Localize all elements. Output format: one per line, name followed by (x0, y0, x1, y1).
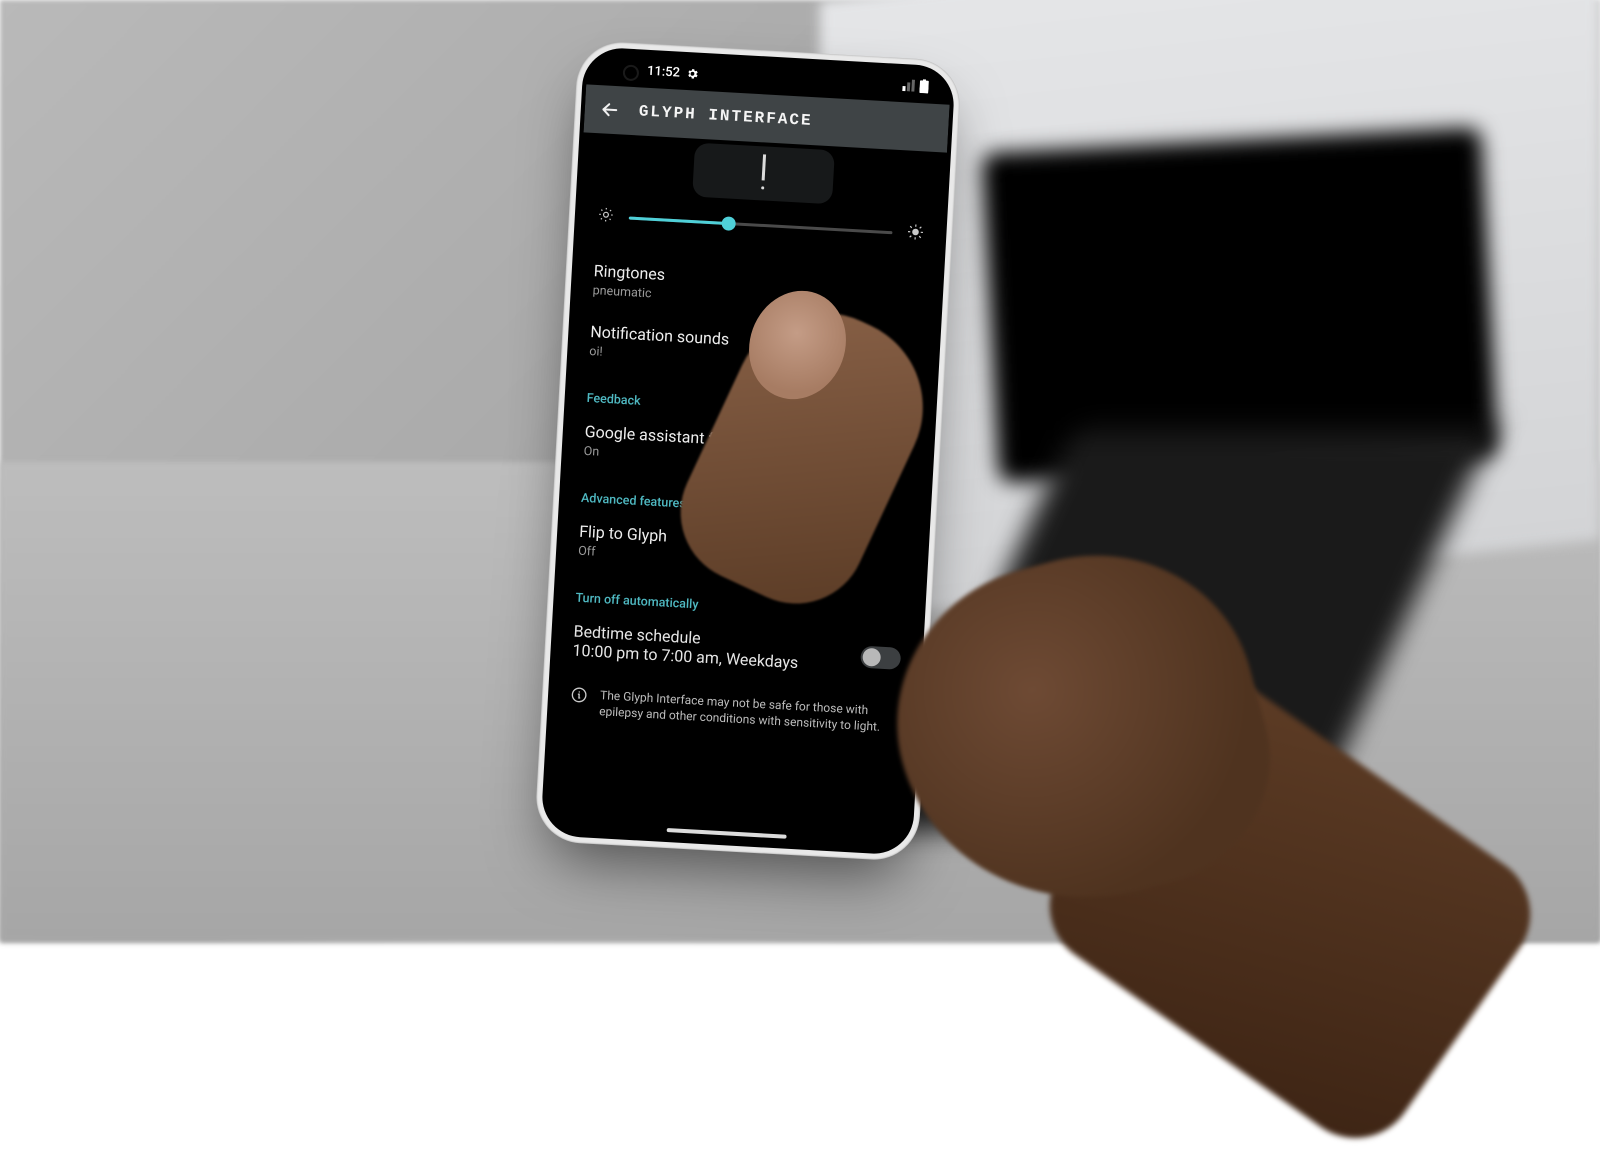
phone-frame: 11:52 GLYPH INTERFAC (534, 40, 962, 862)
bedtime-toggle[interactable] (860, 646, 901, 670)
settings-content: Ringtones pneumatic Notification sounds … (550, 136, 947, 753)
assistant-feedback-row[interactable]: Google assistant feedback On (583, 410, 914, 489)
gesture-bar[interactable] (667, 828, 787, 839)
back-button[interactable] (598, 98, 621, 121)
phone-in-hand: 11:52 GLYPH INTERFAC (534, 40, 962, 862)
flip-to-glyph-row[interactable]: Flip to Glyph Off (577, 510, 908, 589)
tablet-on-desk (992, 138, 1488, 473)
brightness-slider[interactable] (628, 208, 893, 243)
battery-icon (919, 79, 929, 93)
status-time: 11:52 (647, 63, 681, 80)
signal-icon (901, 79, 916, 92)
brightness-low-icon (596, 205, 615, 228)
phone-bezel: 11:52 GLYPH INTERFAC (540, 46, 956, 856)
info-icon (569, 685, 588, 708)
info-text: The Glyph Interface may not be safe for … (599, 687, 898, 736)
phone-screen: 11:52 GLYPH INTERFAC (544, 50, 951, 851)
brightness-high-icon (906, 223, 925, 246)
page-title: GLYPH INTERFACE (638, 102, 813, 130)
brightness-row (596, 205, 925, 245)
gear-icon (686, 66, 700, 80)
glyph-preview (692, 143, 835, 205)
